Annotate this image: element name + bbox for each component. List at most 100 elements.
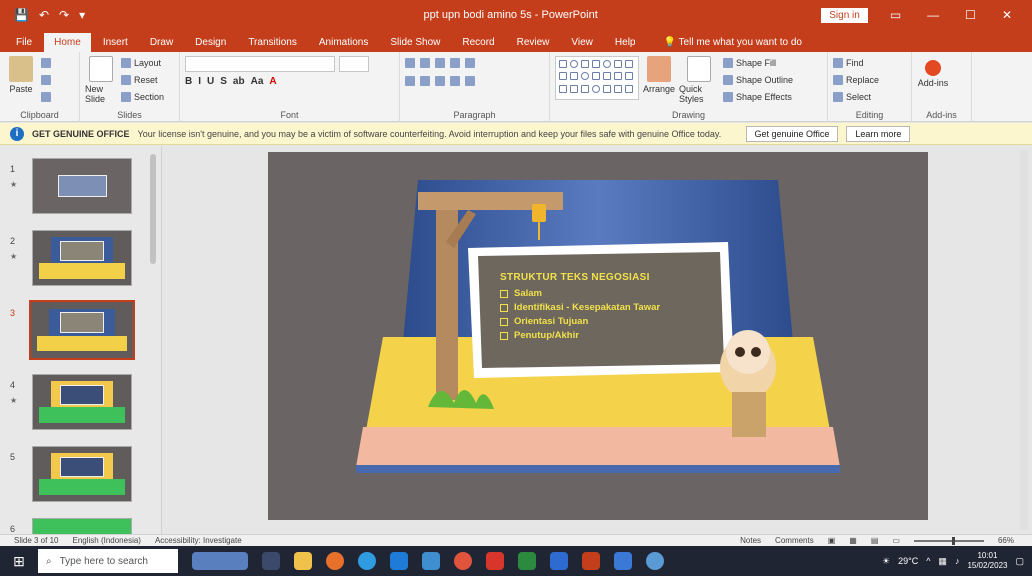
add-ins-button[interactable]: Add-ins — [917, 56, 949, 108]
comments-button[interactable]: Comments — [775, 536, 814, 545]
slide-sorter-icon[interactable]: ▦ — [849, 536, 857, 545]
windows-start-icon[interactable]: ⊞ — [0, 546, 38, 576]
learn-more-button[interactable]: Learn more — [846, 125, 911, 142]
network-icon[interactable]: ▦ — [938, 556, 947, 567]
tab-design[interactable]: Design — [185, 33, 236, 52]
select-button[interactable]: Select — [833, 90, 879, 104]
increase-indent-button[interactable] — [450, 56, 460, 70]
new-slide-button[interactable]: New Slide — [85, 56, 117, 108]
edge-icon[interactable] — [358, 552, 376, 570]
font-size-select[interactable] — [339, 56, 369, 72]
thumbnails-scrollbar[interactable] — [149, 148, 157, 528]
change-case-button[interactable]: Aa — [251, 76, 264, 87]
section-button[interactable]: Section — [121, 90, 164, 104]
tell-me-search[interactable]: 💡 Tell me what you want to do — [653, 33, 811, 52]
ribbon-display-icon[interactable]: ▭ — [890, 8, 901, 22]
bold-button[interactable]: B — [185, 76, 192, 87]
weather-temperature[interactable]: 29°C — [898, 556, 918, 566]
align-left-button[interactable] — [405, 74, 415, 88]
zoom-slider[interactable] — [913, 536, 984, 545]
zoom-level[interactable]: 66% — [998, 536, 1014, 545]
undo-icon[interactable]: ↶ — [39, 8, 49, 22]
paste-button[interactable]: Paste — [5, 56, 37, 108]
customize-toolbar-icon[interactable]: ▾ — [79, 8, 85, 22]
shape-effects-button[interactable]: Shape Effects — [723, 90, 793, 104]
close-icon[interactable]: ✕ — [1002, 8, 1012, 22]
canvas-scrollbar[interactable] — [1020, 150, 1028, 530]
tab-record[interactable]: Record — [452, 33, 504, 52]
format-painter-button[interactable] — [41, 90, 51, 104]
volume-icon[interactable]: ♪ — [955, 556, 960, 566]
excel-icon[interactable] — [518, 552, 536, 570]
maximize-icon[interactable]: ☐ — [965, 8, 976, 22]
weather-icon[interactable]: ☀ — [882, 556, 890, 567]
slide-thumbnail-1[interactable]: 1 ★ — [0, 158, 150, 220]
justify-button[interactable] — [450, 74, 460, 88]
store-icon[interactable] — [422, 552, 440, 570]
taskbar-search-box[interactable]: ⌕ Type here to search — [38, 549, 178, 573]
slide-thumbnail-3[interactable]: 3 — [0, 300, 150, 364]
align-right-button[interactable] — [435, 74, 445, 88]
tab-insert[interactable]: Insert — [93, 33, 138, 52]
save-icon[interactable]: 💾 — [14, 8, 29, 22]
current-slide[interactable]: STRUKTUR TEKS NEGOSIASI Salam Identifika… — [268, 152, 928, 520]
slide-board-content[interactable]: STRUKTUR TEKS NEGOSIASI Salam Identifika… — [500, 272, 700, 344]
chrome-icon[interactable] — [454, 552, 472, 570]
file-explorer-icon[interactable] — [294, 552, 312, 570]
mail-icon[interactable] — [390, 552, 408, 570]
reading-view-icon[interactable]: ▤ — [871, 536, 879, 545]
copy-button[interactable] — [41, 73, 51, 87]
slide-thumbnail-2[interactable]: 2 ★ — [0, 230, 150, 292]
find-button[interactable]: Find — [833, 56, 879, 70]
app-icon[interactable] — [486, 552, 504, 570]
tray-overflow-icon[interactable]: ^ — [926, 556, 930, 566]
slide-thumbnail-6[interactable]: 6 — [0, 518, 150, 534]
bullets-button[interactable] — [405, 56, 415, 70]
tab-file[interactable]: File — [6, 33, 42, 52]
scrollbar-thumb[interactable] — [150, 154, 156, 264]
tab-slide-show[interactable]: Slide Show — [380, 33, 450, 52]
language-indicator[interactable]: English (Indonesia) — [72, 536, 140, 545]
app-icon[interactable] — [646, 552, 664, 570]
tab-help[interactable]: Help — [605, 33, 646, 52]
minimize-icon[interactable]: — — [927, 8, 939, 22]
numbering-button[interactable] — [420, 56, 430, 70]
character-spacing-button[interactable]: ab — [233, 76, 245, 87]
font-color-button[interactable]: A — [269, 76, 276, 87]
line-spacing-button[interactable] — [465, 56, 475, 70]
replace-button[interactable]: Replace — [833, 73, 879, 87]
decrease-indent-button[interactable] — [435, 56, 445, 70]
columns-button[interactable] — [465, 74, 475, 88]
font-family-select[interactable] — [185, 56, 335, 72]
strikethrough-button[interactable]: S — [220, 76, 227, 87]
quick-styles-button[interactable]: Quick Styles — [679, 56, 719, 108]
accessibility-status[interactable]: Accessibility: Investigate — [155, 536, 242, 545]
shape-outline-button[interactable]: Shape Outline — [723, 73, 793, 87]
tab-transitions[interactable]: Transitions — [238, 33, 307, 52]
tab-view[interactable]: View — [561, 33, 603, 52]
powerpoint-icon[interactable] — [582, 552, 600, 570]
tab-review[interactable]: Review — [507, 33, 560, 52]
get-genuine-office-button[interactable]: Get genuine Office — [745, 125, 839, 142]
reset-button[interactable]: Reset — [121, 73, 164, 87]
notifications-icon[interactable]: ▢ — [1015, 556, 1024, 567]
arrange-button[interactable]: Arrange — [643, 56, 675, 108]
sign-in-button[interactable]: Sign in — [821, 7, 868, 23]
word-icon[interactable] — [550, 552, 568, 570]
app-icon[interactable] — [614, 552, 632, 570]
shape-fill-button[interactable]: Shape Fill — [723, 56, 793, 70]
layout-button[interactable]: Layout — [121, 56, 164, 70]
tab-animations[interactable]: Animations — [309, 33, 378, 52]
task-view-icon[interactable] — [262, 552, 280, 570]
notes-button[interactable]: Notes — [740, 536, 761, 545]
news-widget-icon[interactable] — [192, 552, 248, 570]
firefox-icon[interactable] — [326, 552, 344, 570]
slide-thumbnail-5[interactable]: 5 — [0, 446, 150, 508]
slideshow-icon[interactable]: ▭ — [892, 536, 900, 545]
slide-thumbnail-4[interactable]: 4 ★ — [0, 374, 150, 436]
system-clock[interactable]: 10:01 15/02/2023 — [967, 551, 1007, 571]
italic-button[interactable]: I — [198, 76, 201, 87]
underline-button[interactable]: U — [207, 76, 214, 87]
align-center-button[interactable] — [420, 74, 430, 88]
tab-draw[interactable]: Draw — [140, 33, 183, 52]
